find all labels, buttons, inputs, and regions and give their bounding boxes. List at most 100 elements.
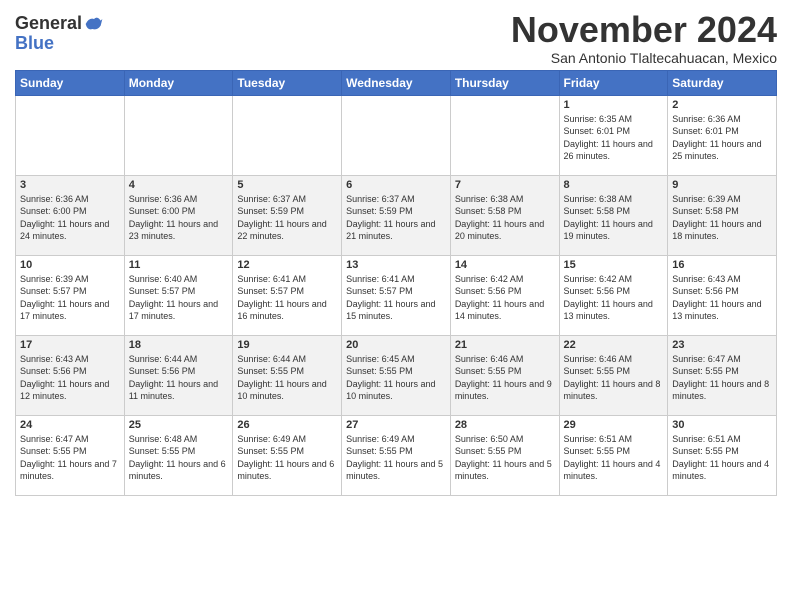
header: General Blue November 2024 San Antonio T… xyxy=(15,10,777,66)
calendar-cell: 26 Sunrise: 6:49 AMSunset: 5:55 PMDayligh… xyxy=(233,415,342,495)
day-info: Sunrise: 6:50 AMSunset: 5:55 PMDaylight:… xyxy=(455,433,555,483)
calendar-cell: 15Sunrise: 6:42 AMSunset: 5:56 PMDayligh… xyxy=(559,255,668,335)
calendar-cell: 24 Sunrise: 6:47 AMSunset: 5:55 PMDayligh… xyxy=(16,415,125,495)
day-number: 21 xyxy=(455,339,555,351)
day-info: Sunrise: 6:39 AMSunset: 5:57 PMDaylight:… xyxy=(20,273,120,323)
calendar-cell: 11Sunrise: 6:40 AMSunset: 5:57 PMDayligh… xyxy=(124,255,233,335)
calendar-cell: 27 Sunrise: 6:49 AMSunset: 5:55 PMDayligh… xyxy=(342,415,451,495)
calendar-cell: 16 Sunrise: 6:43 AMSunset: 5:56 PMDayligh… xyxy=(668,255,777,335)
day-number: 26 xyxy=(237,419,337,431)
day-number: 27 xyxy=(346,419,446,431)
weekday-header: Thursday xyxy=(450,70,559,95)
header-row: SundayMondayTuesdayWednesdayThursdayFrid… xyxy=(16,70,777,95)
day-number: 17 xyxy=(20,339,120,351)
calendar-cell: 20 Sunrise: 6:45 AMSunset: 5:55 PMDayligh… xyxy=(342,335,451,415)
calendar-cell: 1Sunrise: 6:35 AMSunset: 6:01 PMDaylight… xyxy=(559,95,668,175)
day-info: Sunrise: 6:46 AMSunset: 5:55 PMDaylight:… xyxy=(564,353,664,403)
day-info: Sunrise: 6:47 AMSunset: 5:55 PMDaylight:… xyxy=(672,353,772,403)
day-number: 19 xyxy=(237,339,337,351)
day-info: Sunrise: 6:37 AMSunset: 5:59 PMDaylight:… xyxy=(346,193,446,243)
day-info: Sunrise: 6:36 AMSunset: 6:00 PMDaylight:… xyxy=(20,193,120,243)
day-info: Sunrise: 6:44 AMSunset: 5:56 PMDaylight:… xyxy=(129,353,229,403)
calendar-cell: 4Sunrise: 6:36 AMSunset: 6:00 PMDaylight… xyxy=(124,175,233,255)
day-info: Sunrise: 6:42 AMSunset: 5:56 PMDaylight:… xyxy=(455,273,555,323)
day-number: 1 xyxy=(564,99,664,111)
day-number: 16 xyxy=(672,259,772,271)
calendar-cell xyxy=(233,95,342,175)
calendar-cell xyxy=(450,95,559,175)
day-number: 8 xyxy=(564,179,664,191)
logo-icon xyxy=(84,14,104,34)
day-number: 9 xyxy=(672,179,772,191)
day-number: 12 xyxy=(237,259,337,271)
calendar-cell: 2 Sunrise: 6:36 AMSunset: 6:01 PMDaylight… xyxy=(668,95,777,175)
day-info: Sunrise: 6:43 AMSunset: 5:56 PMDaylight:… xyxy=(672,273,772,323)
calendar-week-row: 17 Sunrise: 6:43 AMSunset: 5:56 PMDayligh… xyxy=(16,335,777,415)
day-info: Sunrise: 6:36 AMSunset: 6:00 PMDaylight:… xyxy=(129,193,229,243)
calendar-cell: 7Sunrise: 6:38 AMSunset: 5:58 PMDaylight… xyxy=(450,175,559,255)
day-number: 6 xyxy=(346,179,446,191)
calendar-cell: 10 Sunrise: 6:39 AMSunset: 5:57 PMDayligh… xyxy=(16,255,125,335)
day-number: 23 xyxy=(672,339,772,351)
weekday-header: Sunday xyxy=(16,70,125,95)
calendar-cell xyxy=(124,95,233,175)
calendar-table: SundayMondayTuesdayWednesdayThursdayFrid… xyxy=(15,70,777,496)
day-number: 2 xyxy=(672,99,772,111)
day-number: 18 xyxy=(129,339,229,351)
weekday-header: Saturday xyxy=(668,70,777,95)
calendar-cell: 3Sunrise: 6:36 AMSunset: 6:00 PMDaylight… xyxy=(16,175,125,255)
day-info: Sunrise: 6:39 AMSunset: 5:58 PMDaylight:… xyxy=(672,193,772,243)
calendar-cell: 13Sunrise: 6:41 AMSunset: 5:57 PMDayligh… xyxy=(342,255,451,335)
day-number: 11 xyxy=(129,259,229,271)
day-info: Sunrise: 6:49 AMSunset: 5:55 PMDaylight:… xyxy=(237,433,337,483)
day-info: Sunrise: 6:42 AMSunset: 5:56 PMDaylight:… xyxy=(564,273,664,323)
calendar-cell: 21Sunrise: 6:46 AMSunset: 5:55 PMDayligh… xyxy=(450,335,559,415)
day-number: 22 xyxy=(564,339,664,351)
calendar-week-row: 3Sunrise: 6:36 AMSunset: 6:00 PMDaylight… xyxy=(16,175,777,255)
calendar-cell xyxy=(342,95,451,175)
calendar-cell: 28 Sunrise: 6:50 AMSunset: 5:55 PMDayligh… xyxy=(450,415,559,495)
calendar-week-row: 1Sunrise: 6:35 AMSunset: 6:01 PMDaylight… xyxy=(16,95,777,175)
logo: General Blue xyxy=(15,14,104,54)
day-number: 30 xyxy=(672,419,772,431)
day-info: Sunrise: 6:51 AMSunset: 5:55 PMDaylight:… xyxy=(672,433,772,483)
day-number: 14 xyxy=(455,259,555,271)
day-info: Sunrise: 6:36 AMSunset: 6:01 PMDaylight:… xyxy=(672,113,772,163)
day-info: Sunrise: 6:45 AMSunset: 5:55 PMDaylight:… xyxy=(346,353,446,403)
weekday-header: Monday xyxy=(124,70,233,95)
day-number: 5 xyxy=(237,179,337,191)
day-number: 20 xyxy=(346,339,446,351)
calendar-cell: 14 Sunrise: 6:42 AMSunset: 5:56 PMDayligh… xyxy=(450,255,559,335)
day-info: Sunrise: 6:43 AMSunset: 5:56 PMDaylight:… xyxy=(20,353,120,403)
day-info: Sunrise: 6:47 AMSunset: 5:55 PMDaylight:… xyxy=(20,433,120,483)
logo-general-text: General xyxy=(15,14,82,34)
day-number: 25 xyxy=(129,419,229,431)
day-info: Sunrise: 6:49 AMSunset: 5:55 PMDaylight:… xyxy=(346,433,446,483)
calendar-cell: 5Sunrise: 6:37 AMSunset: 5:59 PMDaylight… xyxy=(233,175,342,255)
calendar-cell: 29 Sunrise: 6:51 AMSunset: 5:55 PMDayligh… xyxy=(559,415,668,495)
day-info: Sunrise: 6:38 AMSunset: 5:58 PMDaylight:… xyxy=(455,193,555,243)
calendar-cell xyxy=(16,95,125,175)
day-info: Sunrise: 6:48 AMSunset: 5:55 PMDaylight:… xyxy=(129,433,229,483)
logo-blue-text: Blue xyxy=(15,33,54,53)
calendar-week-row: 24 Sunrise: 6:47 AMSunset: 5:55 PMDayligh… xyxy=(16,415,777,495)
day-info: Sunrise: 6:51 AMSunset: 5:55 PMDaylight:… xyxy=(564,433,664,483)
day-number: 29 xyxy=(564,419,664,431)
calendar-cell: 12Sunrise: 6:41 AMSunset: 5:57 PMDayligh… xyxy=(233,255,342,335)
calendar-cell: 18 Sunrise: 6:44 AMSunset: 5:56 PMDayligh… xyxy=(124,335,233,415)
day-number: 10 xyxy=(20,259,120,271)
day-number: 28 xyxy=(455,419,555,431)
calendar-cell: 9 Sunrise: 6:39 AMSunset: 5:58 PMDaylight… xyxy=(668,175,777,255)
calendar-cell: 22 Sunrise: 6:46 AMSunset: 5:55 PMDayligh… xyxy=(559,335,668,415)
page: General Blue November 2024 San Antonio T… xyxy=(0,0,792,506)
weekday-header: Tuesday xyxy=(233,70,342,95)
calendar-cell: 30 Sunrise: 6:51 AMSunset: 5:55 PMDayligh… xyxy=(668,415,777,495)
title-block: November 2024 San Antonio Tlaltecahuacan… xyxy=(511,10,777,66)
calendar-cell: 25 Sunrise: 6:48 AMSunset: 5:55 PMDayligh… xyxy=(124,415,233,495)
calendar-cell: 17 Sunrise: 6:43 AMSunset: 5:56 PMDayligh… xyxy=(16,335,125,415)
calendar-cell: 23 Sunrise: 6:47 AMSunset: 5:55 PMDayligh… xyxy=(668,335,777,415)
calendar-cell: 19Sunrise: 6:44 AMSunset: 5:55 PMDayligh… xyxy=(233,335,342,415)
day-number: 24 xyxy=(20,419,120,431)
weekday-header: Wednesday xyxy=(342,70,451,95)
weekday-header: Friday xyxy=(559,70,668,95)
